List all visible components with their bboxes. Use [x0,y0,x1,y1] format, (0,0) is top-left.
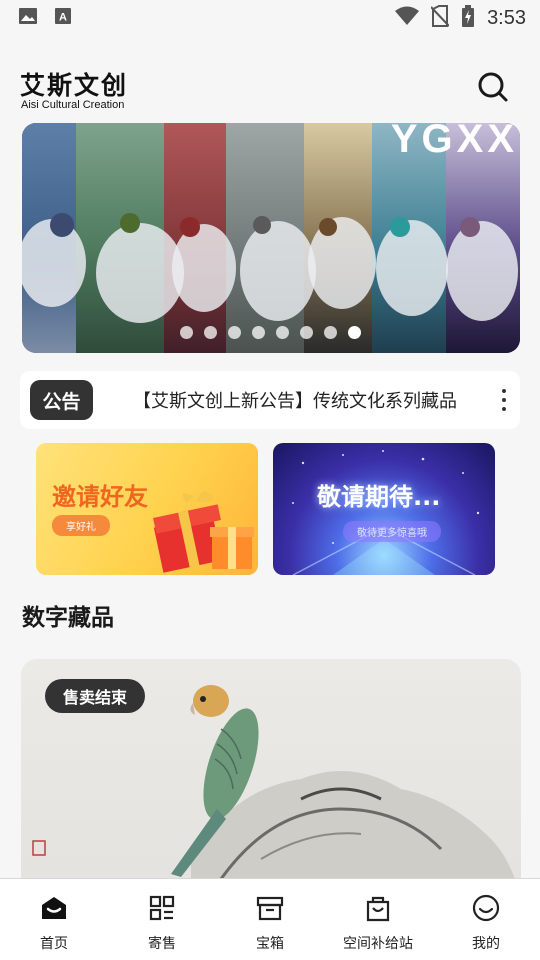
tab-home[interactable]: 首页 [0,879,108,960]
search-button[interactable] [476,72,510,106]
logo-title: 艾斯文创 [20,71,129,100]
coming-soon-title: 敬请期待... [317,483,441,511]
tab-profile[interactable]: 我的 [432,879,540,960]
status-bar: A 3:53 [0,0,540,36]
carousel-dot[interactable] [348,326,361,339]
coming-soon-card[interactable]: 敬请期待... 敬待更多惊喜哦 [273,443,495,575]
font-icon: A [54,7,72,29]
bag-icon [363,893,393,927]
more-icon[interactable] [502,389,506,411]
carousel-dot[interactable] [252,326,265,339]
carousel-dot[interactable] [228,326,241,339]
tab-label: 首页 [40,936,68,952]
section-title: 数字藏品 [22,605,114,631]
invite-subtitle: 享好礼 [52,515,110,536]
smile-icon [471,893,501,927]
carousel-dot[interactable] [276,326,289,339]
collectible-card[interactable]: 售卖结束 [21,659,521,899]
tab-label: 寄售 [148,936,176,952]
status-badge: 售卖结束 [45,679,146,713]
banner-carousel[interactable]: YGXX [22,123,520,353]
bottom-tab-bar: 首页 寄售 宝箱 空间补给站 我的 [0,878,540,960]
tab-label: 我的 [472,936,500,952]
no-sim-icon [430,5,450,31]
tab-supply-station[interactable]: 空间补给站 [324,879,432,960]
gift-box-icon [153,491,254,573]
status-time: 3:53 [487,6,526,29]
box-icon [255,893,285,927]
grid-icon [147,893,177,927]
carousel-dot[interactable] [300,326,313,339]
invite-friends-card[interactable]: 邀请好友 享好礼 [36,443,258,575]
invite-title: 邀请好友 [52,483,148,511]
tab-consign[interactable]: 寄售 [108,879,216,960]
carousel-dots [180,326,361,339]
notice-bar[interactable]: 公告 【艾斯文创上新公告】传统文化系列藏品 [20,371,520,429]
image-icon [18,7,38,29]
tab-treasure-box[interactable]: 宝箱 [216,879,324,960]
coming-soon-subtitle: 敬待更多惊喜哦 [343,521,441,542]
battery-charging-icon [461,5,475,31]
notice-text[interactable]: 【艾斯文创上新公告】传统文化系列藏品 [133,387,473,413]
app-header: 艾斯文创 Aisi Cultural Creation [20,66,520,116]
tab-label: 宝箱 [256,936,284,952]
home-icon [39,893,69,927]
banner-text: YGXX [390,123,518,161]
tab-label: 空间补给站 [343,936,413,952]
carousel-dot[interactable] [324,326,337,339]
svg-text:A: A [59,12,67,24]
logo-subtitle: Aisi Cultural Creation [21,99,125,111]
search-icon [477,71,509,107]
carousel-dot[interactable] [180,326,193,339]
notice-badge: 公告 [30,380,93,420]
carousel-dot[interactable] [204,326,217,339]
wifi-icon [395,6,420,30]
